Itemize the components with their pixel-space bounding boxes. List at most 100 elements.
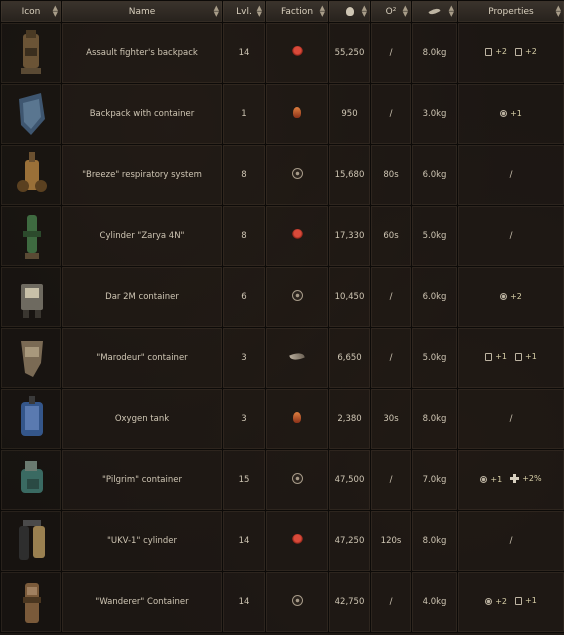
property-value: +1: [495, 352, 507, 362]
item-name: "Pilgrim" container: [61, 449, 223, 511]
item-name: "Wanderer" Container: [61, 571, 223, 633]
item-name: "UKV-1" cylinder: [61, 510, 223, 572]
item-o2: /: [370, 83, 412, 145]
item-weight: 8.0kg: [411, 22, 458, 84]
item-faction: [265, 205, 329, 267]
backpack-icon: [11, 28, 51, 78]
eye-icon: [485, 597, 493, 605]
item-level: 8: [222, 205, 266, 267]
item-faction: [265, 449, 329, 511]
item-faction: [265, 144, 329, 206]
item-name: Dar 2M container: [61, 266, 223, 328]
property-bonus: +2%: [510, 474, 542, 483]
item-level: 3: [222, 327, 266, 389]
col-header-weight[interactable]: ▲ ▼: [411, 0, 458, 23]
property-bonus: +2: [500, 292, 522, 301]
item-level: 14: [222, 510, 266, 572]
ukv-cylinder-icon: [11, 516, 51, 566]
sort-arrow-icon: ▲ ▼: [213, 4, 219, 18]
table-row[interactable]: "Marodeur" container 3 6,650 / 5.0kg +1 +…: [0, 327, 564, 389]
col-header-level[interactable]: Lvl. ▲ ▼: [222, 0, 266, 23]
container-icon: [485, 352, 493, 361]
table-row[interactable]: "UKV-1" cylinder 14 47,250 120s 8.0kg /: [0, 510, 564, 572]
property-bonus: +1: [480, 475, 502, 484]
item-level: 15: [222, 449, 266, 511]
item-faction: [265, 266, 329, 328]
col-header-o2-label: O²: [385, 6, 397, 17]
item-level: 14: [222, 22, 266, 84]
item-weight: 5.0kg: [411, 327, 458, 389]
item-price: 2,380: [328, 388, 371, 450]
item-price: 47,500: [328, 449, 371, 511]
col-header-icon[interactable]: Icon ▲ ▼: [0, 0, 62, 23]
table-row[interactable]: "Pilgrim" container 15 47,500 / 7.0kg +1…: [0, 449, 564, 511]
item-price: 10,450: [328, 266, 371, 328]
property-value: +1: [525, 352, 537, 362]
container-icon: [11, 272, 51, 322]
item-level: 14: [222, 571, 266, 633]
cylinder-icon: [11, 211, 51, 261]
col-header-name-label: Name: [128, 6, 156, 17]
item-properties: +2: [457, 266, 564, 328]
table-row[interactable]: Cylinder "Zarya 4N" 8 17,330 60s 5.0kg /: [0, 205, 564, 267]
item-properties: /: [457, 510, 564, 572]
col-header-properties[interactable]: Properties ▲ ▼: [457, 0, 564, 23]
property-value: +1: [510, 108, 522, 118]
property-value: +2: [495, 596, 507, 606]
oxygen-tank-icon: [11, 394, 51, 444]
col-header-o2[interactable]: O² ▲ ▼: [370, 0, 412, 23]
table-row[interactable]: "Wanderer" Container 14 42,750 / 4.0kg +…: [0, 571, 564, 633]
item-price: 55,250: [328, 22, 371, 84]
table-row[interactable]: Backpack with container 1 950 / 3.0kg +1: [0, 83, 564, 145]
sort-arrow-icon: ▲ ▼: [448, 4, 454, 18]
item-icon-cell: [0, 571, 62, 633]
item-properties: +1 +1: [457, 327, 564, 389]
col-header-properties-label: Properties: [488, 6, 534, 17]
item-faction: [265, 388, 329, 450]
eye-icon: [480, 476, 488, 483]
col-header-price[interactable]: ▲ ▼: [328, 0, 371, 23]
table-row[interactable]: "Breeze" respiratory system 8 15,680 80s…: [0, 144, 564, 206]
item-level: 3: [222, 388, 266, 450]
property-bonus: +2: [485, 47, 507, 56]
pilgrim-icon: [11, 455, 51, 505]
property-value: /: [509, 536, 513, 546]
fire-icon: [293, 412, 301, 423]
marodeur-icon: [11, 333, 51, 383]
col-header-faction[interactable]: Faction ▲ ▼: [265, 0, 329, 23]
item-price: 6,650: [328, 327, 371, 389]
jar-icon: [515, 352, 522, 361]
item-properties: /: [457, 205, 564, 267]
container-icon: [485, 47, 493, 56]
item-properties: /: [457, 388, 564, 450]
table-row[interactable]: Dar 2M container 6 10,450 / 6.0kg +2: [0, 266, 564, 328]
table-row[interactable]: Oxygen tank 3 2,380 30s 8.0kg /: [0, 388, 564, 450]
jar-icon: [515, 596, 522, 605]
item-table-window: Icon ▲ ▼ Name ▲ ▼ Lvl. ▲ ▼ Faction ▲ ▼ ▲ ▼ O² ▲ ▼ ▲…: [0, 0, 564, 635]
property-bonus: +1: [515, 352, 537, 361]
star-icon: [291, 46, 303, 57]
item-icon-cell: [0, 266, 62, 328]
col-header-name[interactable]: Name ▲ ▼: [61, 0, 223, 23]
table-row[interactable]: Assault fighter's backpack 14 55,250 / 8…: [0, 22, 564, 84]
item-icon-cell: [0, 449, 62, 511]
property-bonus: +1: [500, 109, 522, 118]
jar-icon: [515, 47, 522, 56]
property-value: /: [509, 170, 513, 180]
property-value: +2: [525, 47, 537, 57]
wheel-icon: [291, 168, 303, 179]
item-icon-cell: [0, 327, 62, 389]
property-value: +1: [525, 596, 537, 606]
item-name: "Marodeur" container: [61, 327, 223, 389]
item-weight: 4.0kg: [411, 571, 458, 633]
wanderer-icon: [11, 577, 51, 627]
item-weight: 6.0kg: [411, 144, 458, 206]
sort-arrow-icon: ▲ ▼: [402, 4, 408, 18]
property-value: /: [509, 231, 513, 241]
col-header-level-label: Lvl.: [236, 6, 252, 17]
item-price: 15,680: [328, 144, 371, 206]
item-weight: 8.0kg: [411, 510, 458, 572]
item-o2: /: [370, 266, 412, 328]
item-level: 6: [222, 266, 266, 328]
shield-pack-icon: [11, 89, 51, 139]
